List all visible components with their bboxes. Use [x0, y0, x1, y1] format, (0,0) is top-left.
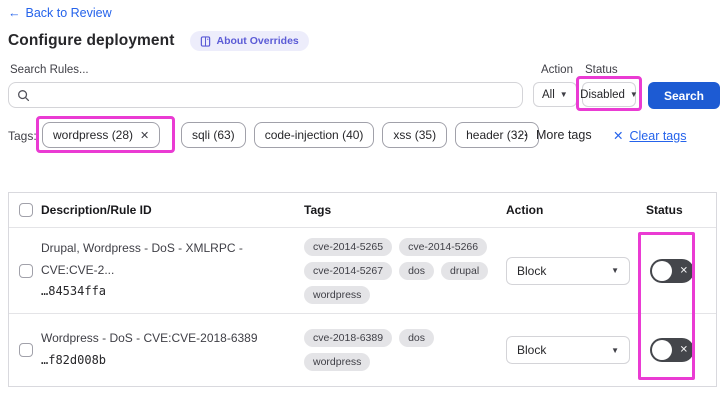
table-header-row: Description/Rule ID Tags Action Status — [9, 193, 716, 228]
selected-tag-label: wordpress (28) — [53, 128, 134, 142]
configure-deployment-page: ← Back to Review Configure deployment Ab… — [0, 0, 725, 406]
rule-id: …84534ffa — [41, 284, 107, 299]
column-header-action: Action — [506, 203, 544, 217]
back-to-review-link[interactable]: ← Back to Review — [8, 6, 112, 20]
rule-tags: cve-2018-6389 dos wordpress — [304, 321, 506, 379]
tag-pill: cve-2014-5265 — [304, 237, 393, 256]
search-icon — [17, 89, 30, 102]
chevron-down-icon: ▼ — [559, 90, 568, 99]
clear-tags-button[interactable]: ✕ Clear tags — [613, 128, 687, 144]
search-rules-input[interactable] — [36, 88, 514, 102]
status-dropdown[interactable]: Disabled ▼ — [580, 82, 638, 107]
status-label: Status — [585, 64, 618, 76]
action-dropdown[interactable]: All ▼ — [533, 82, 577, 107]
status-toggle[interactable]: ✕ — [650, 338, 694, 362]
more-tags-button[interactable]: ··· More tags — [514, 128, 592, 142]
document-icon — [200, 35, 211, 47]
action-select-value: Block — [517, 343, 547, 357]
tag-pill: cve-2018-6389 — [304, 329, 393, 347]
rule-description: Drupal, Wordpress - DoS - XMLRPC - CVE:C… — [41, 241, 243, 277]
search-button[interactable]: Search — [648, 82, 720, 109]
rule-id: …f82d008b — [41, 353, 107, 367]
about-overrides-label: About Overrides — [216, 35, 299, 47]
chevron-down-icon: ▼ — [629, 90, 638, 99]
action-select[interactable]: Block ▼ — [506, 256, 630, 285]
status-dropdown-value: Disabled — [580, 88, 625, 101]
row-checkbox[interactable] — [19, 343, 33, 357]
toggle-knob — [652, 340, 672, 360]
action-dropdown-value: All — [542, 88, 555, 101]
title-row: Configure deployment About Overrides — [8, 31, 309, 51]
about-overrides-badge[interactable]: About Overrides — [190, 31, 309, 51]
tag-pill: dos — [399, 329, 434, 347]
clear-tags-label: Clear tags — [629, 128, 687, 143]
search-rules-box — [8, 82, 523, 108]
page-title: Configure deployment — [8, 32, 175, 49]
ellipsis-icon: ··· — [514, 128, 529, 142]
more-tags-label: More tags — [536, 128, 592, 142]
tag-filter-pill[interactable]: sqli (63) — [181, 122, 246, 148]
rule-description: Wordpress - DoS - CVE:CVE-2018-6389 — [41, 331, 258, 346]
table-row: Drupal, Wordpress - DoS - XMLRPC - CVE:C… — [9, 228, 716, 314]
clear-tags-icon: ✕ — [613, 129, 624, 143]
rules-table: Description/Rule ID Tags Action Status D… — [8, 192, 717, 387]
column-header-tags: Tags — [304, 203, 332, 217]
rule-tags: cve-2014-5265 cve-2014-5266 cve-2014-5267 d… — [304, 230, 506, 312]
action-select[interactable]: Block ▼ — [506, 336, 630, 364]
tag-pill: wordpress — [304, 285, 371, 304]
back-arrow-icon: ← — [8, 6, 21, 20]
tag-pill: dos — [399, 261, 434, 280]
chevron-down-icon: ▼ — [611, 266, 619, 275]
row-checkbox[interactable] — [19, 263, 33, 278]
remove-tag-icon[interactable]: ✕ — [140, 129, 149, 142]
column-header-description: Description/Rule ID — [41, 203, 152, 217]
tag-filter-list: sqli (63) code-injection (40) xss (35) head… — [181, 122, 540, 148]
toggle-knob — [652, 260, 672, 281]
tags-label: Tags: — [8, 129, 37, 143]
toggle-off-icon: ✕ — [679, 265, 688, 276]
action-select-value: Block — [517, 263, 547, 278]
toggle-off-icon: ✕ — [679, 344, 688, 356]
table-row: Wordpress - DoS - CVE:CVE-2018-6389 …f82… — [9, 314, 716, 386]
tag-pill: drupal — [441, 261, 489, 280]
back-link-label: Back to Review — [25, 6, 112, 20]
chevron-down-icon: ▼ — [611, 345, 619, 355]
action-label: Action — [541, 64, 573, 76]
status-toggle[interactable]: ✕ — [650, 258, 694, 283]
column-header-status: Status — [646, 203, 683, 217]
tag-pill: cve-2014-5267 — [304, 261, 393, 280]
select-all-checkbox[interactable] — [19, 203, 33, 217]
tag-filter-pill[interactable]: code-injection (40) — [253, 122, 375, 148]
tag-pill: cve-2014-5266 — [399, 237, 488, 256]
tag-pill: wordpress — [304, 353, 371, 371]
search-rules-label: Search Rules... — [10, 64, 89, 76]
tag-filter-pill[interactable]: xss (35) — [382, 122, 448, 148]
selected-tag-wordpress[interactable]: wordpress (28) ✕ — [42, 122, 161, 148]
